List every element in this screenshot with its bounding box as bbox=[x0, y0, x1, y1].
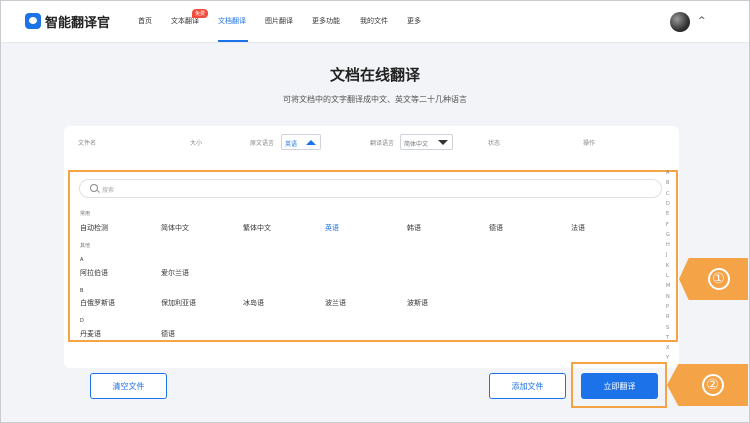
alphabet-index-letter[interactable]: A bbox=[666, 170, 669, 176]
lang-option[interactable]: 德语 bbox=[161, 329, 175, 339]
lang-option-zh-hans[interactable]: 简体中文 bbox=[161, 223, 189, 233]
lang-option[interactable]: 波斯语 bbox=[407, 298, 428, 308]
alphabet-index-letter[interactable]: G bbox=[666, 232, 670, 238]
callout-1: ① bbox=[679, 258, 748, 300]
lang-option[interactable]: 波兰语 bbox=[325, 298, 346, 308]
alphabet-index-letter[interactable]: K bbox=[666, 263, 669, 269]
source-lang-value: 英语 bbox=[285, 141, 298, 148]
nav-more-features[interactable]: 更多功能 bbox=[312, 16, 340, 26]
search-placeholder: 搜索 bbox=[102, 187, 115, 194]
alphabet-index-letter[interactable]: D bbox=[666, 201, 670, 207]
page-subtitle: 可将文档中的文字翻译成中文、英文等二十几种语言 bbox=[283, 95, 467, 104]
nav-image-translate[interactable]: 图片翻译 bbox=[265, 16, 293, 26]
alphabet-index-letter[interactable]: C bbox=[666, 191, 670, 197]
nav-my-files[interactable]: 我的文件 bbox=[360, 16, 388, 26]
lang-option[interactable]: 爱尔兰语 bbox=[161, 268, 189, 278]
search-input[interactable] bbox=[79, 179, 662, 198]
callout-2-number: ② bbox=[701, 374, 724, 396]
clear-files-button[interactable]: 清空文件 bbox=[90, 373, 167, 399]
col-actions: 操作 bbox=[583, 140, 596, 147]
page-title: 文档在线翻译 bbox=[329, 66, 420, 84]
callout-1-number: ① bbox=[707, 268, 730, 290]
nav-more[interactable]: 更多 bbox=[407, 16, 421, 26]
avatar[interactable] bbox=[670, 12, 690, 32]
alphabet-index-letter[interactable]: T bbox=[666, 335, 669, 341]
alphabet-index-letter[interactable]: H bbox=[666, 242, 670, 248]
other-section-label: 其他 bbox=[80, 243, 91, 249]
alphabet-index-letter[interactable]: N bbox=[666, 294, 670, 300]
alphabet-index-letter[interactable]: F bbox=[666, 222, 669, 228]
callout-2: ② bbox=[667, 364, 748, 406]
alphabet-index-letter[interactable]: M bbox=[666, 283, 670, 289]
col-target-lang: 翻译语言 bbox=[370, 140, 395, 147]
source-lang-select[interactable]: 英语 bbox=[281, 134, 321, 150]
nav-doc-translate[interactable]: 文档翻译 bbox=[218, 16, 246, 26]
alphabet-index-letter[interactable]: L bbox=[666, 273, 669, 279]
top-nav: 智能翻译官 首页 文本翻译 免费 文档翻译 图片翻译 更多功能 我的文件 更多 … bbox=[0, 0, 750, 43]
col-size: 大小 bbox=[190, 140, 203, 147]
highlight-box-2 bbox=[571, 362, 667, 408]
lang-option-german[interactable]: 德语 bbox=[489, 223, 503, 233]
target-lang-select[interactable]: 简体中文 bbox=[400, 134, 453, 150]
chevron-up-icon[interactable]: ^ bbox=[698, 16, 706, 26]
lang-option-auto[interactable]: 自动检测 bbox=[80, 223, 108, 233]
triangle-down-icon bbox=[438, 140, 448, 145]
alphabet-index-letter[interactable]: R bbox=[666, 314, 669, 320]
group-letter-b: B bbox=[80, 288, 84, 294]
logo-icon bbox=[25, 13, 41, 29]
lang-option[interactable]: 保加利亚语 bbox=[161, 298, 196, 308]
alphabet-index-letter[interactable]: J bbox=[666, 252, 667, 258]
lang-option-french[interactable]: 法语 bbox=[571, 223, 585, 233]
col-source-lang: 原文语言 bbox=[250, 140, 275, 147]
logo-text: 智能翻译官 bbox=[45, 16, 111, 31]
lang-option[interactable]: 白俄罗斯语 bbox=[80, 298, 115, 308]
lang-option[interactable]: 丹麦语 bbox=[80, 329, 101, 339]
common-section-label: 常用 bbox=[80, 211, 91, 217]
alphabet-index-letter[interactable]: S bbox=[666, 325, 669, 331]
alphabet-index-letter[interactable]: P bbox=[666, 304, 669, 310]
alphabet-index-letter[interactable]: Y bbox=[666, 355, 669, 361]
free-badge: 免费 bbox=[192, 9, 209, 18]
lang-option-korean[interactable]: 韩语 bbox=[407, 223, 421, 233]
lang-option[interactable]: 阿拉伯语 bbox=[80, 268, 108, 278]
alphabet-index-letter[interactable]: B bbox=[666, 180, 669, 186]
lang-option-zh-hant[interactable]: 繁体中文 bbox=[243, 223, 271, 233]
col-status: 状态 bbox=[488, 140, 501, 147]
target-lang-value: 简体中文 bbox=[404, 141, 429, 148]
group-letter-d: D bbox=[80, 318, 84, 324]
group-letter-a: A bbox=[80, 257, 84, 263]
lang-option-english-selected[interactable]: 英语 bbox=[325, 223, 339, 233]
nav-home[interactable]: 首页 bbox=[138, 16, 152, 26]
lang-option[interactable]: 冰岛语 bbox=[243, 298, 264, 308]
search-icon bbox=[90, 184, 98, 192]
add-file-button[interactable]: 添加文件 bbox=[489, 373, 566, 399]
alphabet-index-letter[interactable]: X bbox=[666, 345, 669, 351]
col-filename: 文件名 bbox=[78, 140, 97, 147]
alphabet-index-letter[interactable]: E bbox=[666, 211, 669, 217]
active-tab-underline bbox=[218, 40, 248, 42]
triangle-up-icon bbox=[306, 140, 316, 145]
